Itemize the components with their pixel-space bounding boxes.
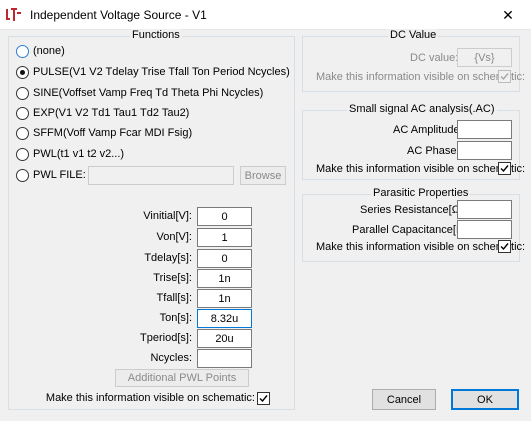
radio-label: SFFM(Voff Vamp Fcar MDI Fsig): [33, 127, 193, 139]
window-title: Independent Voltage Source - V1: [30, 8, 207, 22]
radio-sffm[interactable]: SFFM(Voff Vamp Fcar MDI Fsig): [16, 125, 192, 141]
dc-value-label: DC value:: [410, 52, 459, 64]
param-input-vinitial[interactable]: 0: [197, 207, 252, 226]
functions-visible-checkbox[interactable]: [257, 392, 270, 405]
radio-button[interactable]: [16, 86, 29, 100]
param-label-ncycles: Ncycles:: [150, 352, 192, 364]
cancel-button[interactable]: Cancel: [372, 389, 436, 410]
series-resistance-label: Series Resistance[Ω]:: [360, 204, 467, 216]
param-label-trise: Trise[s]:: [153, 272, 192, 284]
pwl-file-input[interactable]: [88, 166, 234, 185]
parallel-capacitance-input[interactable]: [457, 220, 512, 239]
param-input-tfall[interactable]: 1n: [197, 289, 252, 308]
ok-button[interactable]: OK: [451, 389, 519, 410]
radio-button[interactable]: [16, 126, 29, 140]
param-input-ncycles[interactable]: [197, 349, 252, 368]
functions-group-title: Functions: [130, 29, 182, 41]
series-resistance-input[interactable]: [457, 200, 512, 219]
param-input-tperiod[interactable]: 20u: [197, 329, 252, 348]
param-label-tdelay: Tdelay[s]:: [144, 252, 192, 264]
radio-button[interactable]: [16, 168, 29, 182]
radio-button[interactable]: [16, 106, 29, 120]
radio-pwl[interactable]: PWL(t1 v1 t2 v2...): [16, 146, 124, 162]
dc-value-group-title: DC Value: [388, 29, 439, 41]
radio-pulse[interactable]: PULSE(V1 V2 Tdelay Trise Tfall Ton Perio…: [16, 64, 290, 80]
dc-visible-checkbox[interactable]: [498, 70, 511, 83]
radio-label: PWL FILE:: [33, 169, 86, 181]
radio-label: PULSE(V1 V2 Tdelay Trise Tfall Ton Perio…: [33, 66, 290, 78]
ac-phase-input[interactable]: [457, 141, 512, 160]
ac-amplitude-label: AC Amplitude:: [393, 124, 463, 136]
additional-pwl-points-button[interactable]: Additional PWL Points: [115, 369, 249, 387]
radio-button[interactable]: [16, 65, 29, 79]
radio-label: SINE(Voffset Vamp Freq Td Theta Phi Ncyc…: [33, 87, 264, 99]
radio-label: (none): [33, 45, 65, 57]
ltspice-app-icon: [6, 7, 22, 23]
param-label-tfall: Tfall[s]:: [156, 292, 192, 304]
ac-amplitude-input[interactable]: [457, 120, 512, 139]
title-bar: Independent Voltage Source - V1 ✕: [0, 0, 531, 30]
param-label-ton: Ton[s]:: [159, 312, 192, 324]
parasitic-visible-label: Make this information visible on schemat…: [316, 241, 526, 253]
ac-phase-label: AC Phase:: [407, 145, 460, 157]
functions-visible-label: Make this information visible on schemat…: [45, 392, 255, 404]
radio-pwl-file[interactable]: PWL FILE:: [16, 167, 86, 183]
param-label-tperiod: Tperiod[s]:: [140, 332, 192, 344]
radio-sine[interactable]: SINE(Voffset Vamp Freq Td Theta Phi Ncyc…: [16, 85, 263, 101]
ac-visible-label: Make this information visible on schemat…: [316, 163, 526, 175]
param-input-von[interactable]: 1: [197, 228, 252, 247]
dc-value-input[interactable]: {Vs}: [457, 48, 512, 67]
param-label-von: Von[V]:: [156, 231, 192, 243]
radio-label: PWL(t1 v1 t2 v2...): [33, 148, 125, 160]
ac-analysis-group-title: Small signal AC analysis(.AC): [347, 103, 497, 115]
ac-visible-checkbox[interactable]: [498, 162, 511, 175]
param-input-trise[interactable]: 1n: [197, 269, 252, 288]
dc-visible-label: Make this information visible on schemat…: [316, 71, 526, 83]
parasitic-group-title: Parasitic Properties: [371, 187, 471, 199]
radio-exp[interactable]: EXP(V1 V2 Td1 Tau1 Td2 Tau2): [16, 105, 189, 121]
param-label-vinitial: Vinitial[V]:: [143, 210, 192, 222]
parallel-capacitance-label: Parallel Capacitance[F]:: [352, 224, 469, 236]
browse-button[interactable]: Browse: [240, 166, 286, 185]
parasitic-visible-checkbox[interactable]: [498, 240, 511, 253]
param-input-ton[interactable]: 8.32u: [197, 309, 252, 328]
close-icon[interactable]: ✕: [485, 0, 531, 30]
radio-none[interactable]: (none): [16, 43, 65, 59]
radio-button[interactable]: [16, 44, 29, 58]
param-input-tdelay[interactable]: 0: [197, 249, 252, 268]
radio-button[interactable]: [16, 147, 29, 161]
radio-label: EXP(V1 V2 Td1 Tau1 Td2 Tau2): [33, 107, 190, 119]
